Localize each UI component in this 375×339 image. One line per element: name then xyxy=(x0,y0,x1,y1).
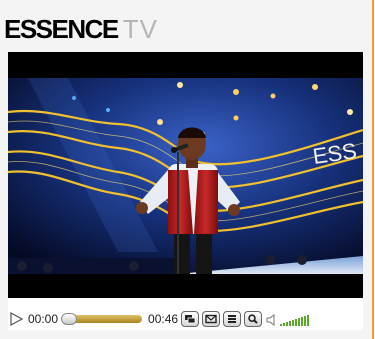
volume-bar xyxy=(286,322,289,326)
play-button[interactable] xyxy=(8,311,24,327)
seek-handle[interactable] xyxy=(61,313,78,325)
volume-bar xyxy=(289,321,292,326)
email-icon xyxy=(205,314,217,324)
embed-icon xyxy=(185,315,196,324)
current-time: 00:00 xyxy=(28,312,59,326)
speaker-icon xyxy=(266,314,275,326)
volume-bar xyxy=(280,324,283,326)
duration: 00:46 xyxy=(148,312,179,326)
volume-level-bars[interactable] xyxy=(280,314,310,326)
volume-bar xyxy=(298,318,301,326)
essence-tv-logo: ESSENCE TV xyxy=(4,14,158,44)
volume-bar xyxy=(307,315,310,326)
seek-bar[interactable] xyxy=(61,313,143,325)
email-button[interactable] xyxy=(202,311,221,327)
search-icon xyxy=(248,314,258,324)
logo-suffix: TV xyxy=(122,14,158,44)
play-icon xyxy=(10,312,23,326)
volume-bar xyxy=(301,317,304,326)
volume-control[interactable] xyxy=(266,312,310,326)
search-button[interactable] xyxy=(244,311,263,327)
embed-button[interactable] xyxy=(181,311,200,327)
video-player: ESS 00:00 00:46 xyxy=(8,52,363,330)
volume-bar xyxy=(292,320,295,326)
player-controls: 00:00 00:46 xyxy=(8,308,363,330)
volume-bar xyxy=(295,319,298,326)
menu-icon xyxy=(228,315,237,323)
logo-brand: ESSENCE xyxy=(4,14,119,44)
video-widget: ESSENCE TV ESS 00:00 00:46 xyxy=(0,0,375,339)
menu-button[interactable] xyxy=(223,311,242,327)
volume-bar xyxy=(283,323,286,326)
video-screen[interactable]: ESS xyxy=(8,52,363,298)
right-divider xyxy=(372,0,374,339)
volume-bar xyxy=(304,316,307,326)
video-frame-image: ESS xyxy=(8,52,363,298)
